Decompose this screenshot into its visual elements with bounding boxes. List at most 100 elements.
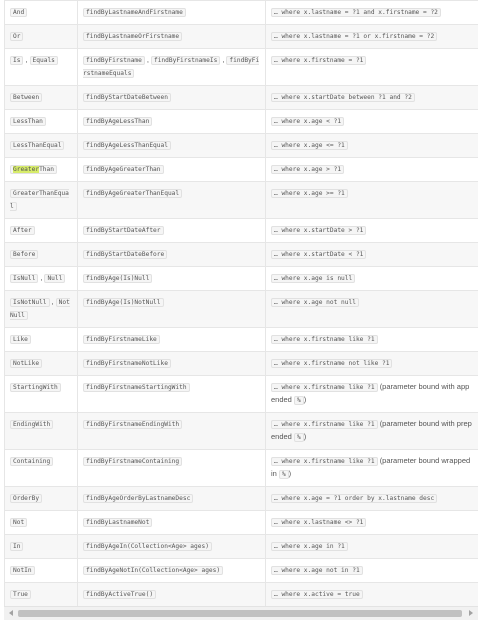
table-row: True findByActiveTrue() … where x.active =… — [4, 582, 478, 606]
keyword-code: Before — [10, 250, 39, 259]
keyword-code: StartingWith — [10, 383, 61, 392]
keyword-cell: IsNotNull, NotNull — [4, 290, 78, 328]
keyword-code: And — [10, 8, 28, 17]
keyword-code: Like — [10, 335, 31, 344]
sample-code: findByAgeGreaterThanEqual — [83, 189, 183, 198]
separator: , — [146, 55, 149, 64]
jpql-note-end: ) — [288, 469, 292, 478]
table-row: Or findByLastnameOrFirstname … where x.las… — [4, 24, 478, 49]
jpql-cell: … where x.firstname like ?1 — [265, 327, 478, 352]
table-viewport: And findByLastnameAndFirstname … where x.l… — [4, 0, 478, 606]
keyword-cell: IsNull, Null — [4, 266, 78, 291]
sample-code: findByLastnameOrFirstname — [83, 32, 183, 41]
sample-cell: findByAgeGreaterThanEqual — [77, 181, 266, 219]
keyword-cell: Not — [4, 510, 78, 535]
jpql-cell: … where x.age not null — [265, 290, 478, 328]
jpql-code: … where x.age > ?1 — [271, 165, 345, 174]
jpql-code: … where x.firstname like ?1 — [271, 335, 378, 344]
table-row: After findByStartDateAfter … where x.start… — [4, 218, 478, 243]
keyword-cell: LessThan — [4, 109, 78, 134]
keyword-cell: GreaterThanEqual — [4, 181, 78, 219]
sample-cell: findByStartDateBefore — [77, 242, 266, 267]
jpql-cell: … where x.age < ?1 — [265, 109, 478, 134]
keyword-code: After — [10, 226, 35, 235]
sample-cell: findByAgeLessThanEqual — [77, 133, 266, 158]
table-body: And findByLastnameAndFirstname … where x.l… — [4, 0, 478, 606]
keyword-code: In — [10, 542, 24, 551]
table-row: And findByLastnameAndFirstname … where x.l… — [4, 0, 478, 25]
table-row: OrderBy findByAgeOrderByLastnameDesc … whe… — [4, 486, 478, 511]
keyword-code: LessThan — [10, 117, 46, 126]
keyword-cell: True — [4, 582, 78, 606]
sample-code: findByActiveTrue() — [83, 590, 157, 599]
jpql-cell: … where x.firstname not like ?1 — [265, 351, 478, 376]
jpql-note-end: ) — [303, 395, 307, 404]
jpql-cell: … where x.startDate between ?1 and ?2 — [265, 85, 478, 110]
jpql-code: … where x.age in ?1 — [271, 542, 348, 551]
sample-code: findByAgeLessThanEqual — [83, 141, 171, 150]
sample-cell: findByAgeIn(Collection<Age> ages) — [77, 534, 266, 559]
jpql-code: … where x.age not in ?1 — [271, 566, 363, 575]
separator: , — [51, 297, 54, 306]
keyword-code: GreaterThan — [10, 165, 57, 174]
sample-code: findByLastnameNot — [83, 518, 153, 527]
jpql-code: … where x.age not null — [271, 298, 359, 307]
jpql-code: … where x.lastname = ?1 or x.firstname =… — [271, 32, 438, 41]
sample-cell: findByAge(Is)NotNull — [77, 290, 266, 328]
jpql-code: … where x.age >= ?1 — [271, 189, 348, 198]
jpql-cell: … where x.age > ?1 — [265, 157, 478, 182]
keyword-code: NotLike — [10, 359, 43, 368]
scroll-left-arrow-icon[interactable] — [9, 610, 13, 616]
jpql-cell: … where x.age is null — [265, 266, 478, 291]
sample-cell: findByFirstnameLike — [77, 327, 266, 352]
sample-cell: findByAgeGreaterThan — [77, 157, 266, 182]
jpql-cell: … where x.lastname <> ?1 — [265, 510, 478, 535]
sample-code: findByFirstnameStartingWith — [83, 383, 190, 392]
sample-cell: findByStartDateBetween — [77, 85, 266, 110]
table-row: IsNull, Null findByAge(Is)Null … where x.ag… — [4, 266, 478, 291]
scrollbar-thumb[interactable] — [18, 610, 462, 617]
jpql-cell: … where x.startDate > ?1 — [265, 218, 478, 243]
keyword-cell: OrderBy — [4, 486, 78, 511]
jpql-note-code: % — [293, 433, 304, 442]
table-row: GreaterThan findByAgeGreaterThan … where x… — [4, 157, 478, 182]
keyword-cell: After — [4, 218, 78, 243]
jpql-code: … where x.age = ?1 order by x.lastname d… — [271, 494, 438, 503]
sample-cell: findByStartDateAfter — [77, 218, 266, 243]
table-row: Between findByStartDateBetween … where x.s… — [4, 85, 478, 110]
keyword-code: IsNull — [10, 274, 39, 283]
keyword-cell: Or — [4, 24, 78, 49]
search-highlight: Greater — [13, 166, 40, 173]
sample-code: findByAgeGreaterThan — [83, 165, 164, 174]
sample-code: findByFirstnameLike — [83, 335, 160, 344]
table-row: NotLike findByFirstnameNotLike … where x.f… — [4, 351, 478, 376]
sample-cell: findByAgeNotIn(Collection<Age> ages) — [77, 558, 266, 583]
keyword-cell: Like — [4, 327, 78, 352]
keyword-cell: StartingWith — [4, 375, 78, 413]
table-row: In findByAgeIn(Collection<Age> ages) … whe… — [4, 534, 478, 559]
horizontal-scrollbar[interactable] — [4, 606, 478, 620]
keyword-code: OrderBy — [10, 494, 43, 503]
keyword-cell: Between — [4, 85, 78, 110]
table-row: LessThanEqual findByAgeLessThanEqual … whe… — [4, 133, 478, 158]
keyword-code: EndingWith — [10, 420, 54, 429]
jpql-cell: … where x.age not in ?1 — [265, 558, 478, 583]
keyword-cell: NotLike — [4, 351, 78, 376]
separator: , — [25, 55, 28, 64]
table-row: StartingWith findByFirstnameStartingWith …… — [4, 375, 478, 413]
jpql-code: … where x.firstname not like ?1 — [271, 359, 393, 368]
sample-cell: findByLastnameOrFirstname — [77, 24, 266, 49]
sample-cell: findByFirstname, findByFirstnameIs, findBy… — [77, 48, 266, 86]
sample-cell: findByLastnameAndFirstname — [77, 0, 266, 25]
sample-cell: findByFirstnameNotLike — [77, 351, 266, 376]
sample-code: findByAge(Is)NotNull — [83, 298, 164, 307]
sample-cell: findByLastnameNot — [77, 510, 266, 535]
jpql-code: … where x.age is null — [271, 274, 356, 283]
jpql-code: … where x.startDate between ?1 and ?2 — [271, 93, 415, 102]
jpql-code: … where x.startDate > ?1 — [271, 226, 367, 235]
scroll-right-arrow-icon[interactable] — [469, 610, 473, 616]
jpql-code: … where x.firstname like ?1 — [271, 420, 378, 429]
jpql-code: … where x.lastname = ?1 and x.firstname … — [271, 8, 441, 17]
separator: , — [40, 273, 43, 282]
jpql-code: … where x.age < ?1 — [271, 117, 345, 126]
